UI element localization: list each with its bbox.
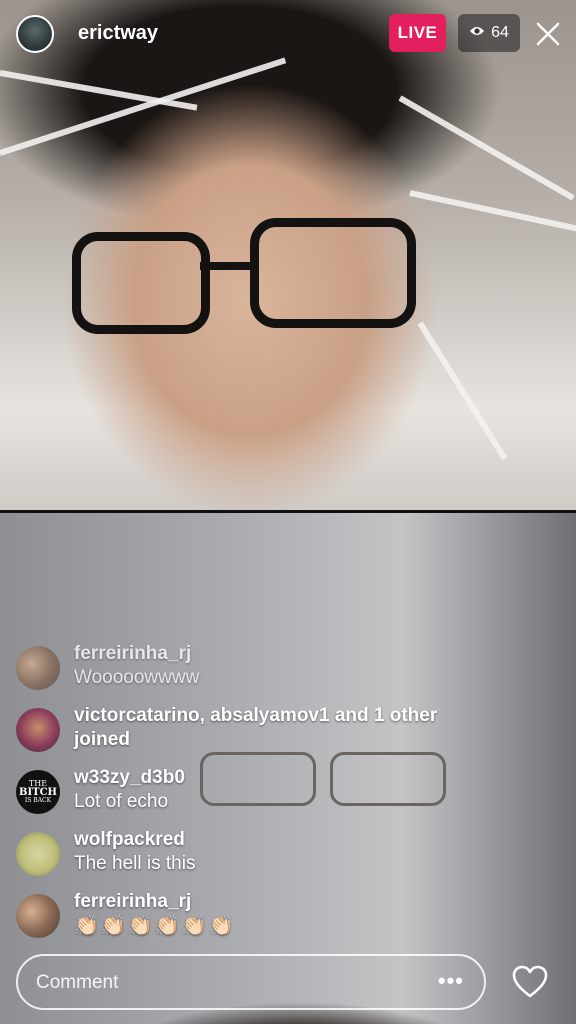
commenter-avatar[interactable] xyxy=(16,832,60,876)
comment-text: Lot of echo xyxy=(74,791,169,812)
avatar-badge-text: IS BACK xyxy=(24,797,52,804)
commenter-avatar[interactable] xyxy=(16,894,60,938)
comment-username[interactable]: wolfpackred xyxy=(74,828,456,852)
host-video xyxy=(0,0,576,512)
split-divider xyxy=(0,510,576,513)
ceiling-light xyxy=(0,70,198,111)
comment-feed: ferreirinha_rj Wooooowwww victorcatarino… xyxy=(16,642,456,952)
comment-text: The hell is this xyxy=(74,853,196,874)
comment-username[interactable]: w33zy_d3b0 xyxy=(74,766,456,790)
close-icon[interactable] xyxy=(534,20,562,48)
comment-username[interactable]: ferreirinha_rj xyxy=(74,890,456,914)
glasses-left-lens xyxy=(72,232,210,334)
comment-input[interactable]: Comment ••• xyxy=(16,954,486,1010)
comment-item: ferreirinha_rj 👏🏻👏🏻👏🏻👏🏻👏🏻👏🏻 xyxy=(16,890,456,938)
comment-text: 👏🏻👏🏻👏🏻👏🏻👏🏻👏🏻 xyxy=(74,915,236,937)
comment-username[interactable]: ferreirinha_rj xyxy=(74,642,456,666)
viewer-count-badge[interactable]: 64 xyxy=(458,14,520,52)
top-bar: erictway LIVE 64 xyxy=(0,0,576,70)
viewer-count: 64 xyxy=(491,24,509,41)
ceiling-light xyxy=(0,57,287,156)
comment-item: ferreirinha_rj Wooooowwww xyxy=(16,642,456,690)
glasses-bridge xyxy=(200,262,252,270)
heart-icon[interactable] xyxy=(510,962,550,1002)
comment-item: THE BITCH IS BACK w33zy_d3b0 Lot of echo xyxy=(16,766,456,814)
host-avatar[interactable] xyxy=(16,15,54,53)
commenter-avatar[interactable] xyxy=(16,646,60,690)
commenter-avatar[interactable]: THE BITCH IS BACK xyxy=(16,770,60,814)
ceiling-light xyxy=(398,95,575,201)
eye-icon xyxy=(469,24,485,42)
comment-text: Wooooowwww xyxy=(74,667,200,688)
more-icon[interactable]: ••• xyxy=(438,968,464,994)
comment-item: wolfpackred The hell is this xyxy=(16,828,456,876)
live-badge: LIVE xyxy=(389,14,446,52)
glasses-right-lens xyxy=(250,218,416,328)
comment-placeholder: Comment xyxy=(36,972,119,993)
ceiling-light xyxy=(417,321,508,461)
host-username[interactable]: erictway xyxy=(78,22,158,45)
commenter-avatar[interactable] xyxy=(16,708,60,752)
comment-item: victorcatarino, absalyamov1 and 1 other … xyxy=(16,704,456,752)
comment-username[interactable]: victorcatarino, absalyamov1 and 1 other … xyxy=(74,704,456,752)
ceiling-light xyxy=(409,190,576,234)
